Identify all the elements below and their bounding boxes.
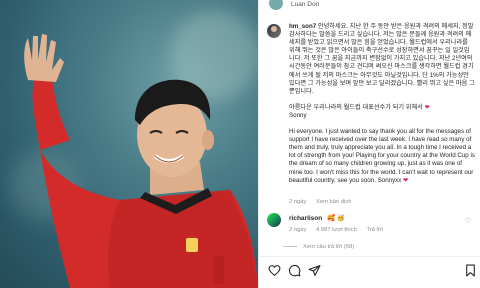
comment-username[interactable]: richarlison <box>289 215 322 222</box>
comment-text: 🥰 🥳 <box>327 215 345 222</box>
heart-icon[interactable] <box>267 263 281 277</box>
heart-outline-icon[interactable]: ♡ <box>465 217 471 225</box>
reply-link[interactable]: Trả lời <box>366 227 382 233</box>
action-bar <box>267 263 477 281</box>
comment-likes[interactable]: 4.987 lượt thích <box>316 227 357 233</box>
comment-time: 2 ngày <box>289 227 307 233</box>
comment-meta: 2 ngày 4.987 lượt thích Trả lời <box>289 227 391 233</box>
header-strip: Luan Don <box>259 0 480 14</box>
see-translation-link[interactable]: Xem bản dịch <box>316 199 351 205</box>
post-username[interactable]: hm_son7 <box>289 23 316 30</box>
post-detail-panel: Luan Don hm_son7 안녕하세요. 지난 한 주 동안 받은 응원과… <box>258 0 480 288</box>
caption-korean-2: 아름다운 우리나라의 월드컵 대표선수가 되기 위해서 <box>289 103 423 111</box>
header-name[interactable]: Luan Don <box>291 1 319 8</box>
post-caption: hm_son7 안녕하세요. 지난 한 주 동안 받은 응원과 격려의 메세지,… <box>289 23 475 193</box>
heart-emoji-icon: ❤ <box>403 176 409 184</box>
post-meta: 2 ngày Xem bản dịch <box>289 199 359 205</box>
caption-english: Hi everyone. I just wanted to say thank … <box>289 128 475 184</box>
heart-emoji-icon: ❤ <box>424 103 430 111</box>
caption-korean-1: 안녕하세요. 지난 한 주 동안 받은 응원과 격려의 메세지, 정말 감사하다… <box>289 23 475 95</box>
post-time: 2 ngày <box>289 199 307 205</box>
avatar[interactable] <box>269 0 283 10</box>
bookmark-icon[interactable] <box>463 263 477 277</box>
divider <box>259 256 480 257</box>
view-replies-link[interactable]: Xem câu trả lời (68) <box>303 244 354 250</box>
avatar[interactable] <box>267 213 281 227</box>
share-icon[interactable] <box>307 263 321 277</box>
comment-icon[interactable] <box>287 263 301 277</box>
avatar[interactable] <box>267 24 281 38</box>
post-photo <box>0 0 258 288</box>
caption-korean-sign: Sonny <box>289 111 307 119</box>
player-illustration <box>24 34 258 288</box>
